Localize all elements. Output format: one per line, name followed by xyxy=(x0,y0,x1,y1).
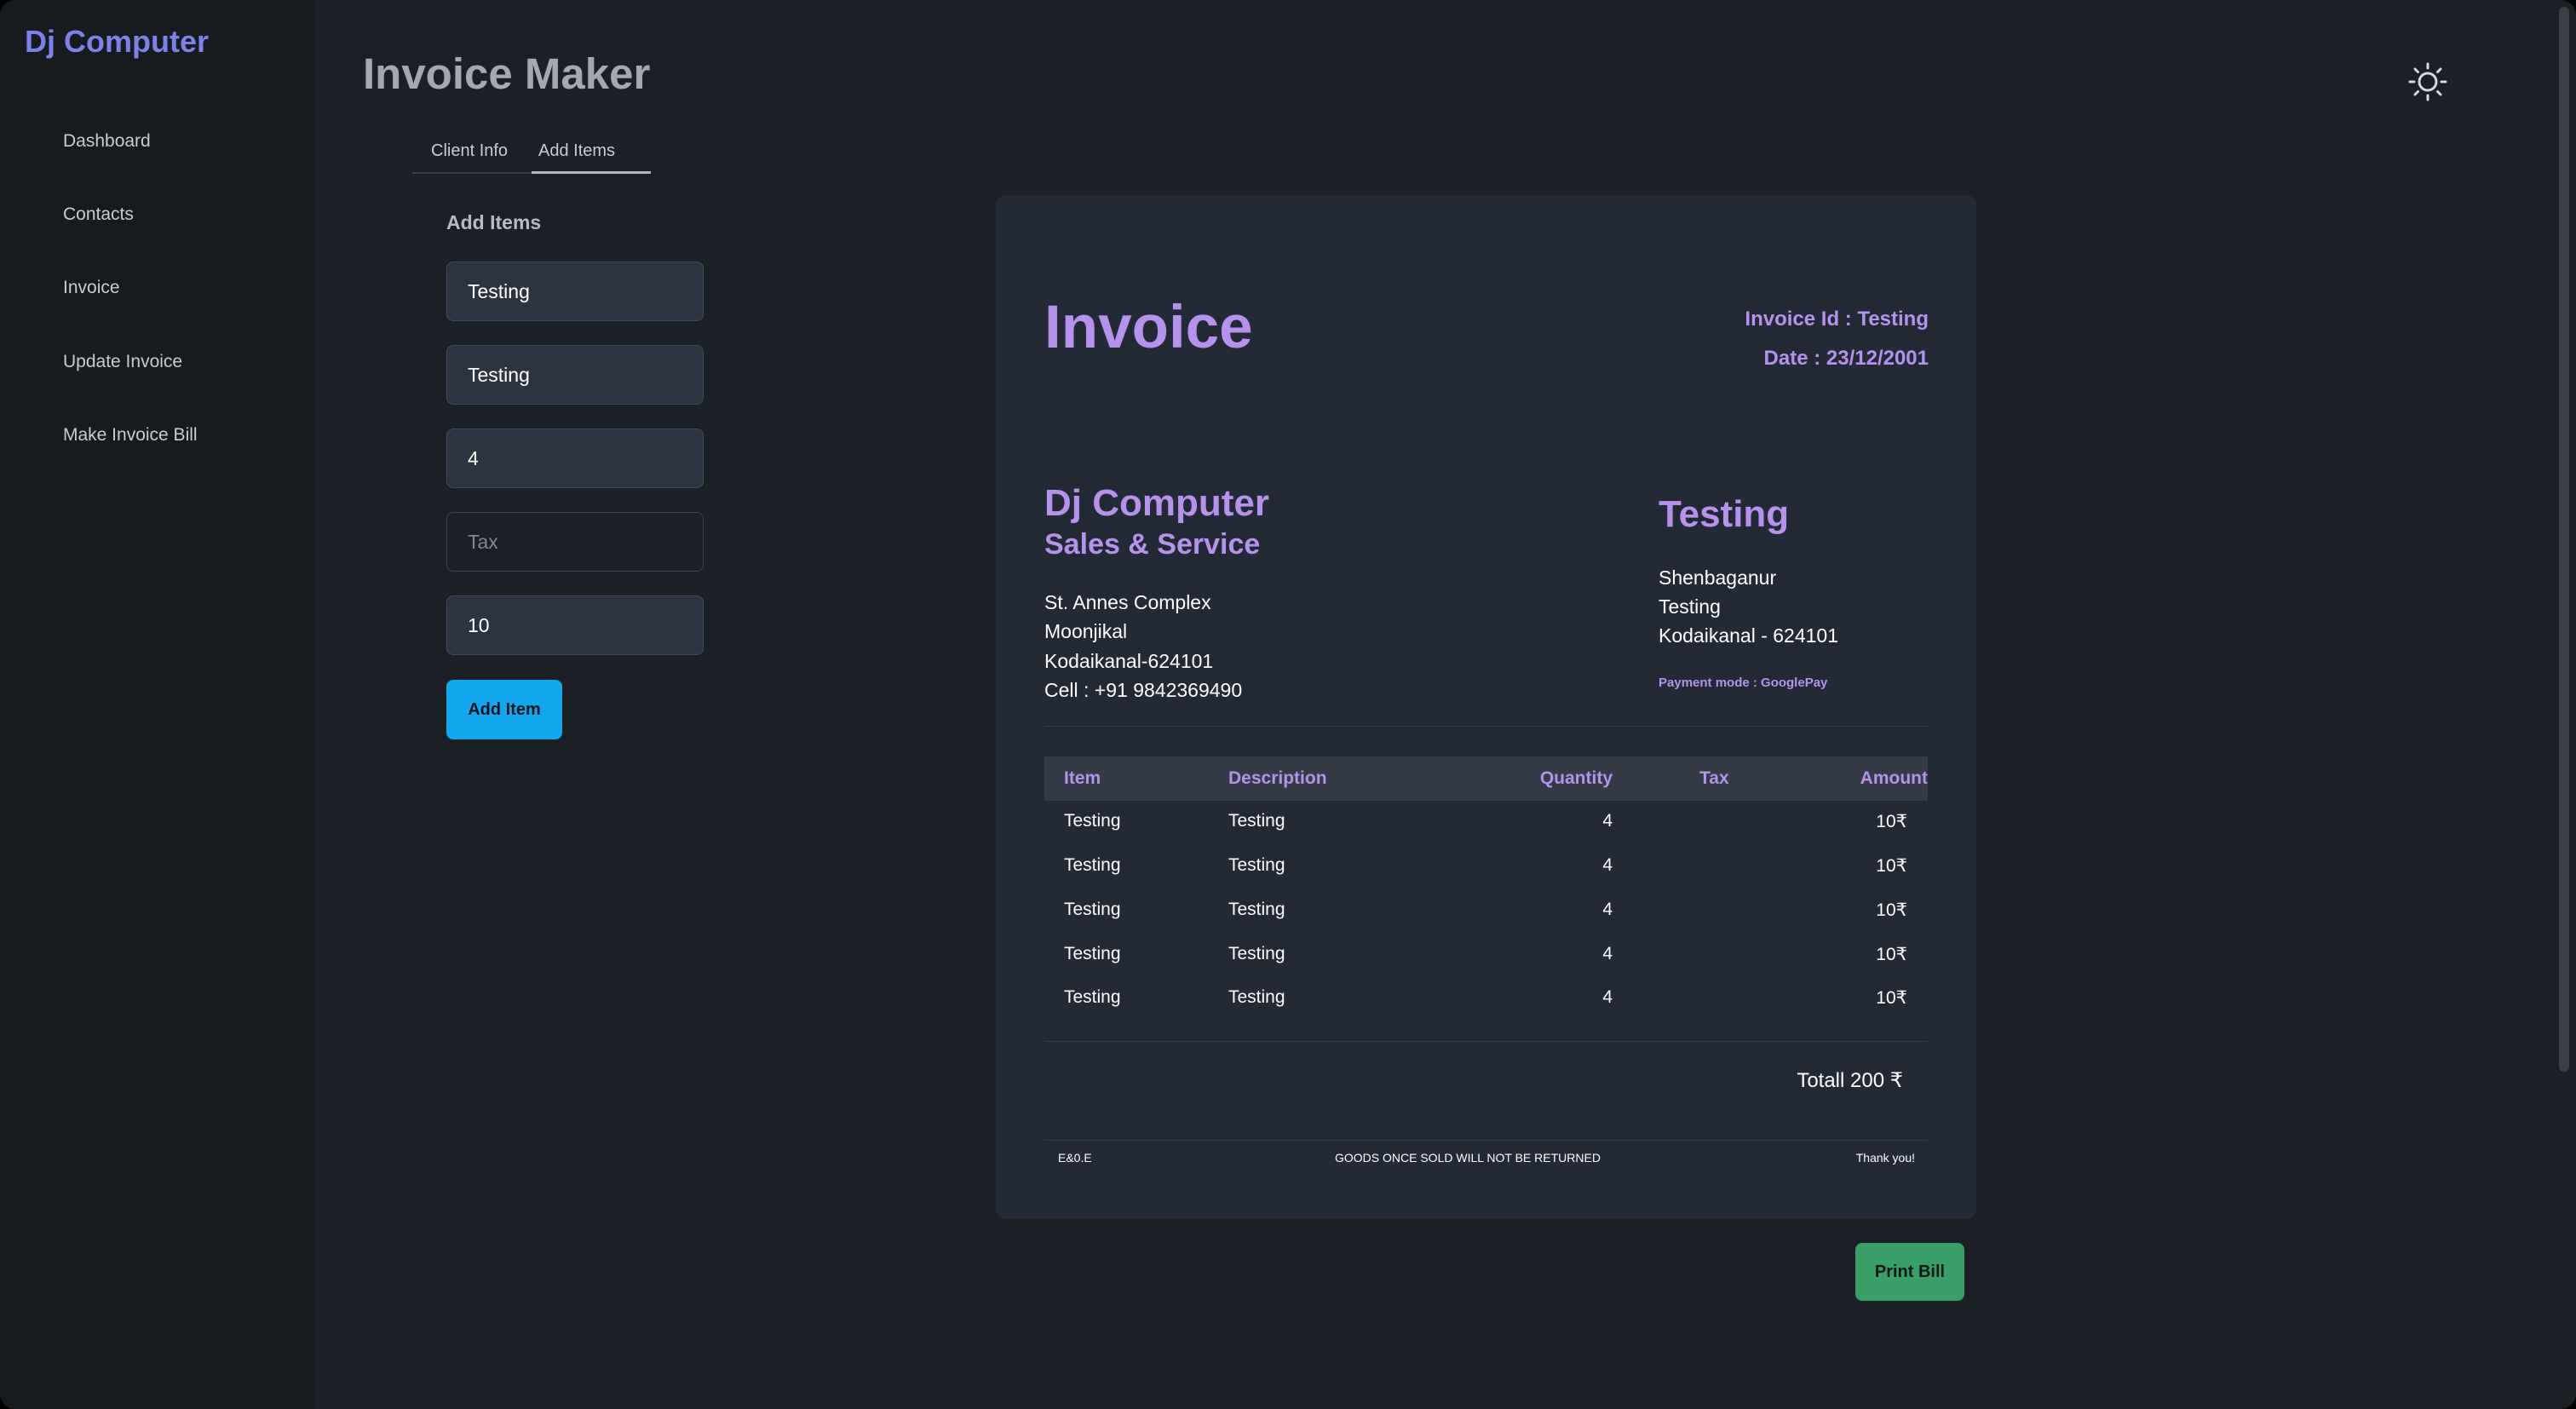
table-row: Testing Testing 4 10₹ xyxy=(1044,801,1928,845)
cell-amount: 10₹ xyxy=(1876,945,1907,964)
invoice-title: Invoice xyxy=(1044,294,1253,361)
cell-item: Testing xyxy=(1064,900,1121,919)
sun-icon xyxy=(2408,62,2447,101)
cell-description: Testing xyxy=(1228,987,1285,1007)
cell-amount: 10₹ xyxy=(1876,812,1907,831)
payment-mode: Payment mode : GooglePay xyxy=(1659,676,1828,690)
footer-thank-you: Thank you! xyxy=(1855,1151,1915,1165)
theme-toggle-button[interactable] xyxy=(2407,61,2448,102)
cell-quantity: 4 xyxy=(1602,987,1613,1007)
sidebar-item-make-invoice-bill[interactable]: Make Invoice Bill xyxy=(63,425,198,446)
footer-eoe: E&0.E xyxy=(1058,1151,1092,1165)
company-tagline: Sales & Service xyxy=(1044,528,1261,561)
client-name: Testing xyxy=(1659,493,1790,535)
form-heading: Add Items xyxy=(446,211,542,233)
column-header-amount: Amount xyxy=(1860,768,1928,788)
table-row: Testing Testing 4 10₹ xyxy=(1044,934,1928,978)
cell-amount: 10₹ xyxy=(1876,988,1907,1008)
client-address-line: Shenbaganur xyxy=(1659,566,1777,589)
table-row: Testing Testing 4 10₹ xyxy=(1044,889,1928,934)
cell-quantity: 4 xyxy=(1602,944,1613,963)
app-window: Dj Computer Dashboard Contacts Invoice U… xyxy=(0,0,2576,1409)
client-address-line: Kodaikanal - 624101 xyxy=(1659,624,1838,647)
table-row: Testing Testing 4 10₹ xyxy=(1044,977,1928,1021)
column-header-description: Description xyxy=(1228,768,1327,788)
item-quantity-input[interactable] xyxy=(446,428,704,488)
cell-item: Testing xyxy=(1064,987,1121,1007)
cell-amount: 10₹ xyxy=(1876,856,1907,876)
company-name: Dj Computer xyxy=(1044,482,1269,524)
divider xyxy=(1044,1041,1928,1042)
item-tax-input[interactable] xyxy=(446,512,704,572)
invoice-preview: Invoice Invoice Id : Testing Date : 23/1… xyxy=(996,195,1976,1219)
invoice-id: Invoice Id : Testing xyxy=(1745,308,1929,331)
footer-return-policy: GOODS ONCE SOLD WILL NOT BE RETURNED xyxy=(1335,1151,1601,1165)
cell-description: Testing xyxy=(1228,811,1285,831)
print-bill-button[interactable]: Print Bill xyxy=(1855,1243,1964,1301)
column-header-item: Item xyxy=(1064,768,1101,788)
table-row: Testing Testing 4 10₹ xyxy=(1044,845,1928,889)
item-description-input[interactable] xyxy=(446,345,704,405)
cell-quantity: 4 xyxy=(1602,811,1613,831)
scrollbar[interactable] xyxy=(2559,7,2569,1072)
company-address-line: Kodaikanal-624101 xyxy=(1044,650,1214,672)
sidebar-item-invoice[interactable]: Invoice xyxy=(63,278,120,298)
invoice-total: Totall 200 ₹ xyxy=(1797,1069,1903,1092)
column-header-quantity: Quantity xyxy=(1539,768,1613,788)
column-header-tax: Tax xyxy=(1699,768,1729,788)
divider xyxy=(1044,726,1928,727)
cell-description: Testing xyxy=(1228,855,1285,875)
sidebar: Dj Computer Dashboard Contacts Invoice U… xyxy=(0,0,315,1409)
company-address-line: St. Annes Complex xyxy=(1044,591,1211,613)
cell-quantity: 4 xyxy=(1602,855,1613,875)
cell-description: Testing xyxy=(1228,944,1285,963)
sidebar-item-contacts[interactable]: Contacts xyxy=(63,204,134,225)
invoice-date: Date : 23/12/2001 xyxy=(1763,347,1929,370)
company-phone: Cell : +91 9842369490 xyxy=(1044,679,1243,701)
tab-client-info[interactable]: Client Info xyxy=(431,141,508,174)
tab-bar: Client Info Add Items xyxy=(412,135,651,174)
table-header: Item Description Quantity Tax Amount xyxy=(1044,756,1928,801)
cell-description: Testing xyxy=(1228,900,1285,919)
add-item-button[interactable]: Add Item xyxy=(446,680,562,739)
sidebar-item-dashboard[interactable]: Dashboard xyxy=(63,131,151,152)
item-amount-input[interactable] xyxy=(446,595,704,655)
brand-logo[interactable]: Dj Computer xyxy=(25,24,209,60)
cell-amount: 10₹ xyxy=(1876,900,1907,920)
cell-item: Testing xyxy=(1064,855,1121,875)
tab-add-items[interactable]: Add Items xyxy=(532,141,651,174)
divider xyxy=(1044,1140,1928,1141)
cell-quantity: 4 xyxy=(1602,900,1613,919)
page-title: Invoice Maker xyxy=(363,49,651,98)
company-address-line: Moonjikal xyxy=(1044,620,1128,642)
cell-item: Testing xyxy=(1064,811,1121,831)
client-address-line: Testing xyxy=(1659,595,1721,618)
item-name-input[interactable] xyxy=(446,262,704,321)
cell-item: Testing xyxy=(1064,944,1121,963)
sidebar-item-update-invoice[interactable]: Update Invoice xyxy=(63,352,182,372)
